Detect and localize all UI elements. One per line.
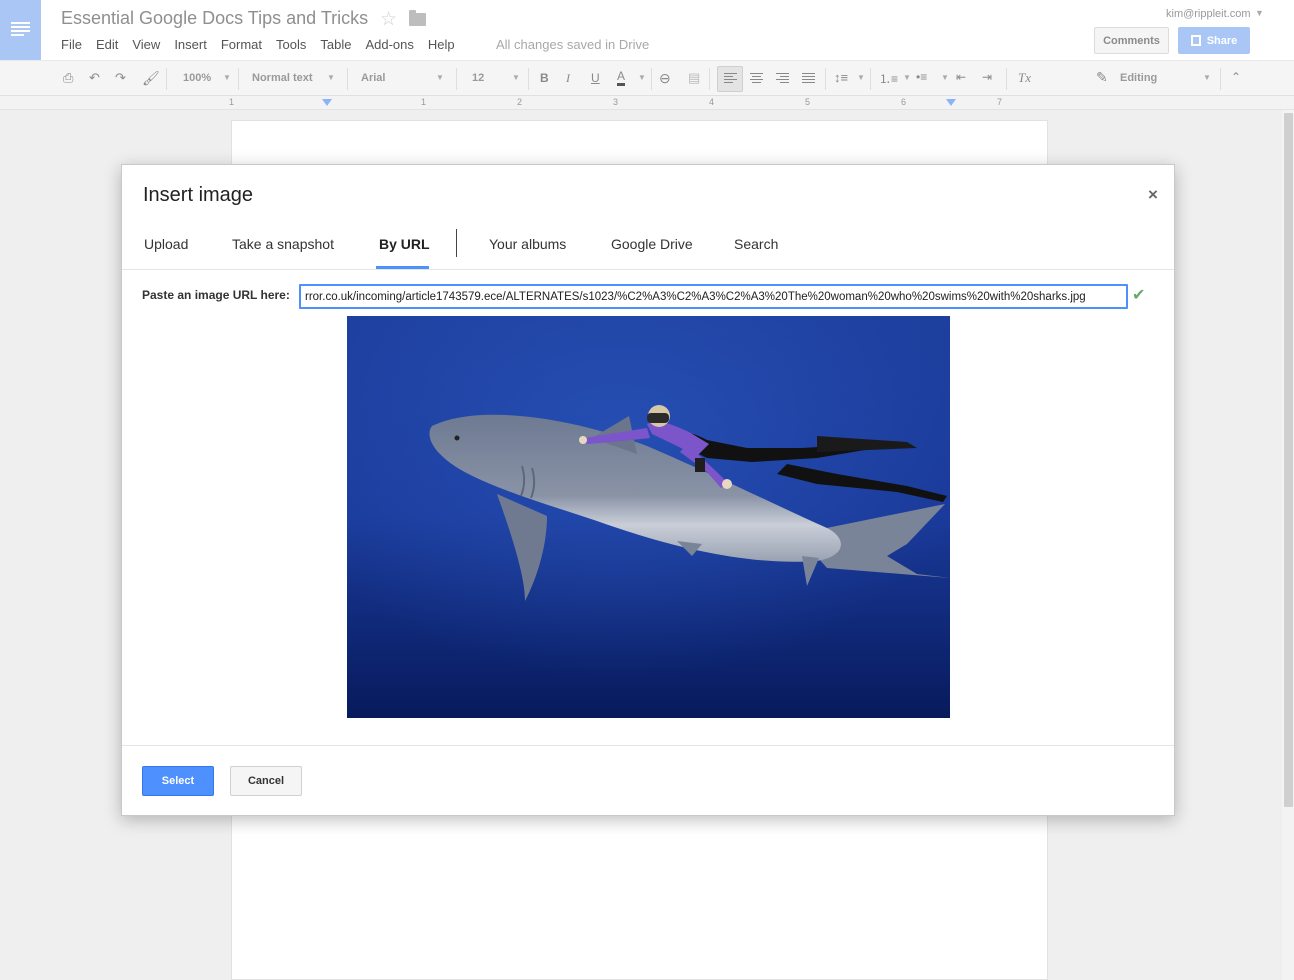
align-right-icon[interactable] — [776, 73, 789, 85]
comments-button[interactable]: Comments — [1094, 27, 1169, 54]
ruler-number: 4 — [709, 97, 715, 107]
menu-add-ons[interactable]: Add-ons — [365, 37, 413, 52]
image-url-input[interactable] — [299, 284, 1128, 309]
share-label: Share — [1206, 34, 1238, 47]
text-color-button[interactable]: A — [617, 69, 626, 86]
right-indent-marker[interactable] — [946, 99, 956, 106]
paint-format-icon[interactable]: 🖌 — [142, 70, 160, 87]
tab-search[interactable]: Search — [734, 236, 778, 252]
tab-google-drive[interactable]: Google Drive — [611, 236, 693, 252]
menu-bar: File Edit View Insert Format Tools Table… — [61, 37, 469, 52]
align-center-icon[interactable] — [750, 73, 763, 85]
menu-tools[interactable]: Tools — [276, 37, 306, 52]
chevron-down-icon: ▼ — [327, 73, 335, 82]
bulleted-list-icon[interactable]: •≡ — [916, 70, 927, 84]
app-header: Essential Google Docs Tips and Tricks ☆ … — [0, 0, 1294, 60]
chevron-down-icon[interactable]: ▼ — [1255, 8, 1264, 18]
chevron-down-icon: ▼ — [436, 73, 444, 82]
share-icon — [1190, 35, 1201, 46]
insert-image-dialog: Insert image × Upload Take a snapshot By… — [121, 164, 1175, 816]
shark-photo — [347, 316, 950, 718]
star-icon[interactable]: ☆ — [380, 8, 397, 31]
menu-help[interactable]: Help — [428, 37, 455, 52]
increase-indent-icon[interactable]: ⇥ — [982, 70, 992, 84]
account-email[interactable]: kim@rippleit.com — [1166, 8, 1251, 20]
docs-home-icon[interactable] — [0, 0, 41, 60]
italic-button[interactable]: I — [566, 71, 570, 86]
print-icon[interactable]: ⎙ — [63, 70, 73, 86]
ruler-number: 3 — [613, 97, 619, 107]
chevron-down-icon: ▼ — [903, 73, 911, 82]
ruler-number: 1 — [229, 97, 235, 107]
pencil-icon: ✎ — [1096, 69, 1108, 85]
editing-mode-select[interactable]: Editing — [1120, 72, 1157, 84]
collapse-toolbar-icon[interactable]: ⌃ — [1231, 70, 1241, 84]
align-justify-icon[interactable] — [802, 73, 815, 85]
chevron-down-icon: ▼ — [941, 73, 949, 82]
clear-formatting-button[interactable]: Tx — [1018, 70, 1031, 86]
menu-file[interactable]: File — [61, 37, 82, 52]
checkmark-icon: ✔ — [1132, 287, 1146, 304]
active-tab-indicator — [376, 266, 429, 269]
ruler-number: 6 — [901, 97, 907, 107]
select-button[interactable]: Select — [142, 766, 214, 796]
menu-table[interactable]: Table — [320, 37, 351, 52]
dialog-tabs: Upload Take a snapshot By URL Your album… — [122, 227, 1174, 270]
tab-by-url[interactable]: By URL — [379, 236, 430, 252]
decrease-indent-icon[interactable]: ⇤ — [956, 70, 966, 84]
toolbar: ⎙ ↶ ↷ 🖌 100% ▼ Normal text ▼ Arial ▼ 12 … — [0, 60, 1294, 96]
link-icon[interactable]: ⊖ — [659, 70, 671, 87]
document-title[interactable]: Essential Google Docs Tips and Tricks — [61, 8, 368, 29]
chevron-down-icon: ▼ — [223, 73, 231, 82]
image-preview — [347, 316, 950, 718]
style-select[interactable]: Normal text — [252, 72, 313, 84]
folder-icon[interactable] — [409, 10, 426, 26]
menu-view[interactable]: View — [132, 37, 160, 52]
redo-icon[interactable]: ↷ — [115, 70, 126, 86]
url-field-label: Paste an image URL here: — [142, 288, 290, 302]
menu-edit[interactable]: Edit — [96, 37, 118, 52]
ruler-number: 1 — [421, 97, 427, 107]
font-size-select[interactable]: 12 — [472, 72, 484, 84]
cancel-button[interactable]: Cancel — [230, 766, 302, 796]
dialog-title: Insert image — [143, 184, 254, 206]
chevron-down-icon: ▼ — [857, 73, 865, 82]
tab-divider — [456, 229, 457, 257]
font-select[interactable]: Arial — [361, 72, 385, 84]
menu-format[interactable]: Format — [221, 37, 262, 52]
tab-upload[interactable]: Upload — [144, 236, 188, 252]
underline-button[interactable]: U — [591, 71, 600, 85]
bold-button[interactable]: B — [540, 71, 549, 85]
share-button[interactable]: Share — [1178, 27, 1250, 54]
ruler-number: 5 — [805, 97, 811, 107]
chevron-down-icon: ▼ — [512, 73, 520, 82]
comment-icon[interactable]: ▤ — [688, 70, 700, 86]
tab-your-albums[interactable]: Your albums — [489, 236, 566, 252]
menu-insert[interactable]: Insert — [174, 37, 207, 52]
chevron-down-icon: ▼ — [638, 73, 646, 82]
numbered-list-icon[interactable]: ⒈≡ — [879, 70, 898, 87]
save-status: All changes saved in Drive — [496, 37, 650, 52]
left-indent-marker[interactable] — [322, 99, 332, 106]
align-left-icon — [724, 73, 737, 85]
ruler: 1 1 2 3 4 5 6 7 — [0, 96, 1294, 110]
line-spacing-icon[interactable]: ↕≡ — [834, 70, 848, 85]
scrollbar-thumb[interactable] — [1284, 113, 1293, 807]
dialog-footer-divider — [122, 745, 1174, 746]
ruler-number: 2 — [517, 97, 523, 107]
ruler-number: 7 — [997, 97, 1003, 107]
undo-icon[interactable]: ↶ — [89, 70, 100, 86]
tab-take-snapshot[interactable]: Take a snapshot — [232, 236, 334, 252]
close-icon[interactable]: × — [1148, 185, 1158, 205]
chevron-down-icon: ▼ — [1203, 73, 1211, 82]
zoom-select[interactable]: 100% — [183, 72, 211, 84]
